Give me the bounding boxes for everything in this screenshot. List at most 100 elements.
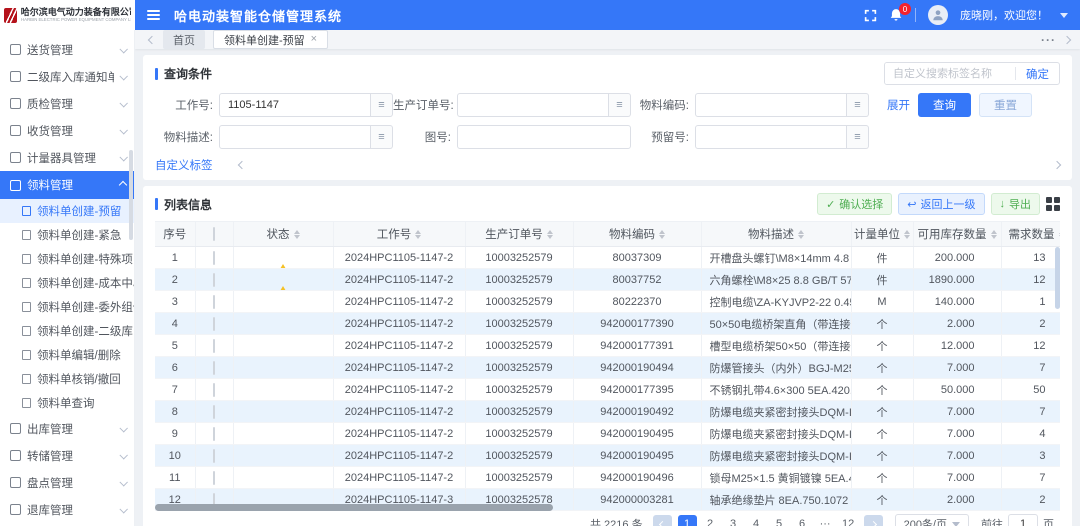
tabs-scroll-right-icon[interactable] — [1063, 35, 1071, 43]
page-number-button[interactable]: 5 — [770, 515, 789, 526]
sidebar-item[interactable]: 转储管理 — [0, 442, 134, 469]
notification-bell-icon[interactable]: 0 — [889, 8, 903, 22]
table-row[interactable]: 82024HPC1105-1147-2100032525799420001904… — [155, 401, 1060, 423]
goto-page-input[interactable] — [1008, 514, 1038, 526]
row-checkbox[interactable] — [213, 449, 215, 463]
row-checkbox[interactable] — [213, 339, 215, 353]
row-checkbox[interactable] — [213, 427, 215, 441]
sidebar-item[interactable]: 二级库入库通知单 — [0, 63, 134, 90]
table-row[interactable]: 42024HPC1105-1147-2100032525799420001773… — [155, 313, 1060, 335]
select-all-checkbox[interactable] — [213, 227, 215, 241]
sidebar-item[interactable]: 退库管理 — [0, 496, 134, 523]
sidebar-subitem[interactable]: 领料单创建-特殊项目 — [0, 247, 134, 271]
tab-item[interactable]: 首页 — [163, 30, 205, 49]
row-checkbox[interactable] — [213, 295, 215, 309]
table-row[interactable]: 52024HPC1105-1147-2100032525799420001773… — [155, 335, 1060, 357]
row-checkbox[interactable] — [213, 383, 215, 397]
table-row[interactable]: 12024HPC1105-1147-21000325257980037309开槽… — [155, 247, 1060, 269]
custom-tag-link[interactable]: 自定义标签 — [155, 157, 213, 173]
table-row[interactable]: 112024HPC1105-1147-210003252579942000190… — [155, 467, 1060, 489]
column-settings-icon[interactable] — [1046, 197, 1060, 211]
tag-scroll-right-icon[interactable] — [1053, 161, 1061, 169]
sidebar-scrollbar[interactable] — [129, 150, 133, 240]
row-checkbox[interactable] — [213, 405, 215, 419]
row-checkbox[interactable] — [213, 471, 215, 485]
back-to-parent-button[interactable]: ↩ 返回上一级 — [898, 193, 984, 215]
table-row[interactable]: 72024HPC1105-1147-2100032525799420001773… — [155, 379, 1060, 401]
custom-tag-search-input[interactable] — [885, 63, 1015, 84]
sort-icon[interactable] — [547, 230, 553, 239]
row-checkbox[interactable] — [213, 361, 215, 375]
sidebar-subitem[interactable]: 领料单创建-成本中心 — [0, 271, 134, 295]
sidebar-subitem[interactable]: 领料单创建-预留 — [0, 199, 134, 223]
sort-icon[interactable] — [415, 230, 421, 239]
sidebar-item[interactable]: 盘点管理 — [0, 469, 134, 496]
page-number-button[interactable]: 3 — [724, 515, 743, 526]
confirm-select-button[interactable]: ✓ 确认选择 — [817, 193, 892, 215]
row-checkbox[interactable] — [213, 251, 215, 265]
page-number-button[interactable]: 12 — [839, 515, 858, 526]
query-field-input[interactable] — [695, 125, 847, 149]
row-checkbox[interactable] — [213, 317, 215, 331]
sidebar-item[interactable]: 出库管理 — [0, 415, 134, 442]
query-field-input[interactable] — [219, 125, 371, 149]
sidebar-subitem[interactable]: 领料单创建-委外组件 — [0, 295, 134, 319]
sort-icon[interactable] — [991, 230, 997, 239]
sort-icon[interactable] — [904, 230, 910, 239]
table-row[interactable]: 92024HPC1105-1147-2100032525799420001904… — [155, 423, 1060, 445]
query-field-input[interactable] — [457, 93, 609, 117]
tag-scroll-left-icon[interactable] — [237, 161, 245, 169]
sidebar-subitem[interactable]: 领料单创建-紧急 — [0, 223, 134, 247]
sidebar-subitem[interactable]: 领料单查询 — [0, 391, 134, 415]
sidebar-subitem[interactable]: 领料单创建-二级库 — [0, 319, 134, 343]
chevron-down-icon[interactable] — [1060, 13, 1068, 18]
field-list-icon[interactable]: ≡ — [371, 125, 393, 149]
export-button[interactable]: ↓ 导出 — [991, 193, 1041, 215]
avatar[interactable] — [928, 5, 948, 25]
reset-button[interactable]: 重置 — [979, 93, 1032, 117]
sidebar-subitem[interactable]: 领料单核销/撤回 — [0, 367, 134, 391]
field-list-icon[interactable]: ≡ — [847, 125, 869, 149]
field-list-icon[interactable]: ≡ — [609, 93, 631, 117]
sort-icon[interactable] — [294, 230, 300, 239]
table-row[interactable]: 102024HPC1105-1147-210003252579942000190… — [155, 445, 1060, 467]
next-page-button[interactable] — [864, 515, 883, 526]
page-number-button[interactable]: 6 — [793, 515, 812, 526]
expand-button[interactable]: 展开 — [887, 97, 910, 113]
sort-icon[interactable] — [798, 230, 804, 239]
sort-icon[interactable] — [659, 230, 665, 239]
table-row[interactable]: 22024HPC1105-1147-21000325257980037752六角… — [155, 269, 1060, 291]
field-list-icon[interactable]: ≡ — [847, 93, 869, 117]
prev-page-button[interactable] — [653, 515, 672, 526]
sidebar-collapse-icon[interactable] — [147, 10, 160, 20]
sidebar-item[interactable]: 送货管理 — [0, 36, 134, 63]
fullscreen-icon[interactable] — [864, 9, 877, 22]
page-number-button[interactable]: 4 — [747, 515, 766, 526]
sort-icon[interactable] — [1059, 230, 1061, 239]
order-no-cell: 10003252579 — [465, 269, 573, 291]
query-field-input[interactable] — [219, 93, 371, 117]
table-row[interactable]: 62024HPC1105-1147-2100032525799420001904… — [155, 357, 1060, 379]
vertical-scrollbar[interactable] — [1055, 247, 1060, 309]
sidebar-item[interactable]: 领料管理 — [0, 171, 134, 199]
sidebar-subitem[interactable]: 领料单编辑/删除 — [0, 343, 134, 367]
horizontal-scrollbar[interactable] — [155, 504, 553, 511]
page-number-button[interactable]: 1 — [678, 515, 697, 526]
sidebar-item[interactable]: 收货管理 — [0, 117, 134, 144]
page-size-select[interactable]: 200条/页 — [895, 514, 969, 526]
stock-qty-cell: 140.000 — [913, 291, 1001, 313]
tabs-more-button[interactable]: ··· — [1041, 33, 1056, 47]
tag-confirm-button[interactable]: 确定 — [1016, 66, 1059, 82]
page-number-button[interactable]: 2 — [701, 515, 720, 526]
tabs-scroll-left-icon[interactable] — [148, 35, 156, 43]
sidebar-item[interactable]: 质检管理 — [0, 90, 134, 117]
search-button[interactable]: 查询 — [918, 93, 971, 117]
table-row[interactable]: 32024HPC1105-1147-21000325257980222370控制… — [155, 291, 1060, 313]
sidebar-item[interactable]: 计量器具管理 — [0, 144, 134, 171]
tab-close-icon[interactable]: × — [311, 34, 317, 45]
row-checkbox[interactable] — [213, 273, 215, 287]
query-field-input[interactable] — [457, 125, 631, 149]
tab-active[interactable]: 领料单创建-预留× — [213, 30, 328, 49]
query-field-input[interactable] — [695, 93, 847, 117]
field-list-icon[interactable]: ≡ — [371, 93, 393, 117]
